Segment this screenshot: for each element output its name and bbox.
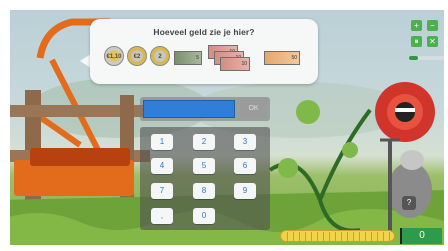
pause-button[interactable]: ⏸ — [411, 36, 422, 47]
key-5[interactable]: 5 — [193, 158, 215, 174]
question-bubble: Hoeveel geld zie je hier? €1,10 €2 2 5 1… — [90, 19, 318, 84]
coin-segment — [377, 232, 382, 241]
key-0[interactable]: 0 — [193, 208, 215, 224]
question-text: Hoeveel geld zie je hier? — [153, 27, 255, 37]
coin-segment — [311, 232, 316, 241]
key-9[interactable]: 9 — [234, 183, 256, 199]
coin-segment — [389, 232, 394, 241]
coin-icon: 2 — [150, 46, 170, 66]
coin-segment — [341, 232, 346, 241]
banknote-icon: 5 — [174, 51, 202, 65]
key-8[interactable]: 8 — [193, 183, 215, 199]
help-button[interactable]: ? — [402, 196, 416, 210]
coin-icon: €2 — [127, 46, 147, 66]
key-1[interactable]: 1 — [151, 134, 173, 150]
coin-segment — [293, 232, 298, 241]
coin-segment — [287, 232, 292, 241]
coin-segment — [365, 232, 370, 241]
key-4[interactable]: 4 — [151, 158, 173, 174]
coin-progress-bar — [280, 230, 395, 242]
money-row: €1,10 €2 2 5 10 10 10 50 — [104, 43, 309, 73]
zoom-out-button[interactable]: − — [427, 20, 438, 31]
key-3[interactable]: 3 — [234, 134, 256, 150]
coin-segment — [317, 232, 322, 241]
coin-segment — [299, 232, 304, 241]
banknote-icon: 50 — [264, 51, 300, 65]
frame-bottom — [0, 245, 448, 251]
coin-segment — [329, 232, 334, 241]
coin-segment — [335, 232, 340, 241]
key-7[interactable]: 7 — [151, 183, 173, 199]
coin-segment — [359, 232, 364, 241]
key-6[interactable]: 6 — [234, 158, 256, 174]
coin-segment — [383, 232, 388, 241]
flower-monster-icon — [375, 82, 435, 142]
game-stage: Hoeveel geld zie je hier? €1,10 €2 2 5 1… — [0, 0, 448, 251]
coin-segment — [347, 232, 352, 241]
round-progress-fill — [409, 56, 418, 60]
coin-segment — [305, 232, 310, 241]
key-comma[interactable]: , — [151, 208, 173, 224]
banknote-icon: 10 — [220, 57, 250, 71]
close-button[interactable]: ✕ — [427, 36, 438, 47]
coin-icon: €1,10 — [104, 46, 124, 66]
answer-input[interactable] — [143, 100, 235, 118]
key-2[interactable]: 2 — [193, 134, 215, 150]
coin-segment — [371, 232, 376, 241]
score-counter: 0 — [402, 228, 442, 244]
coin-segment — [353, 232, 358, 241]
ok-button[interactable]: OK — [240, 100, 267, 118]
coin-segment — [323, 232, 328, 241]
frame-top — [0, 0, 448, 10]
zoom-in-button[interactable]: + — [411, 20, 422, 31]
